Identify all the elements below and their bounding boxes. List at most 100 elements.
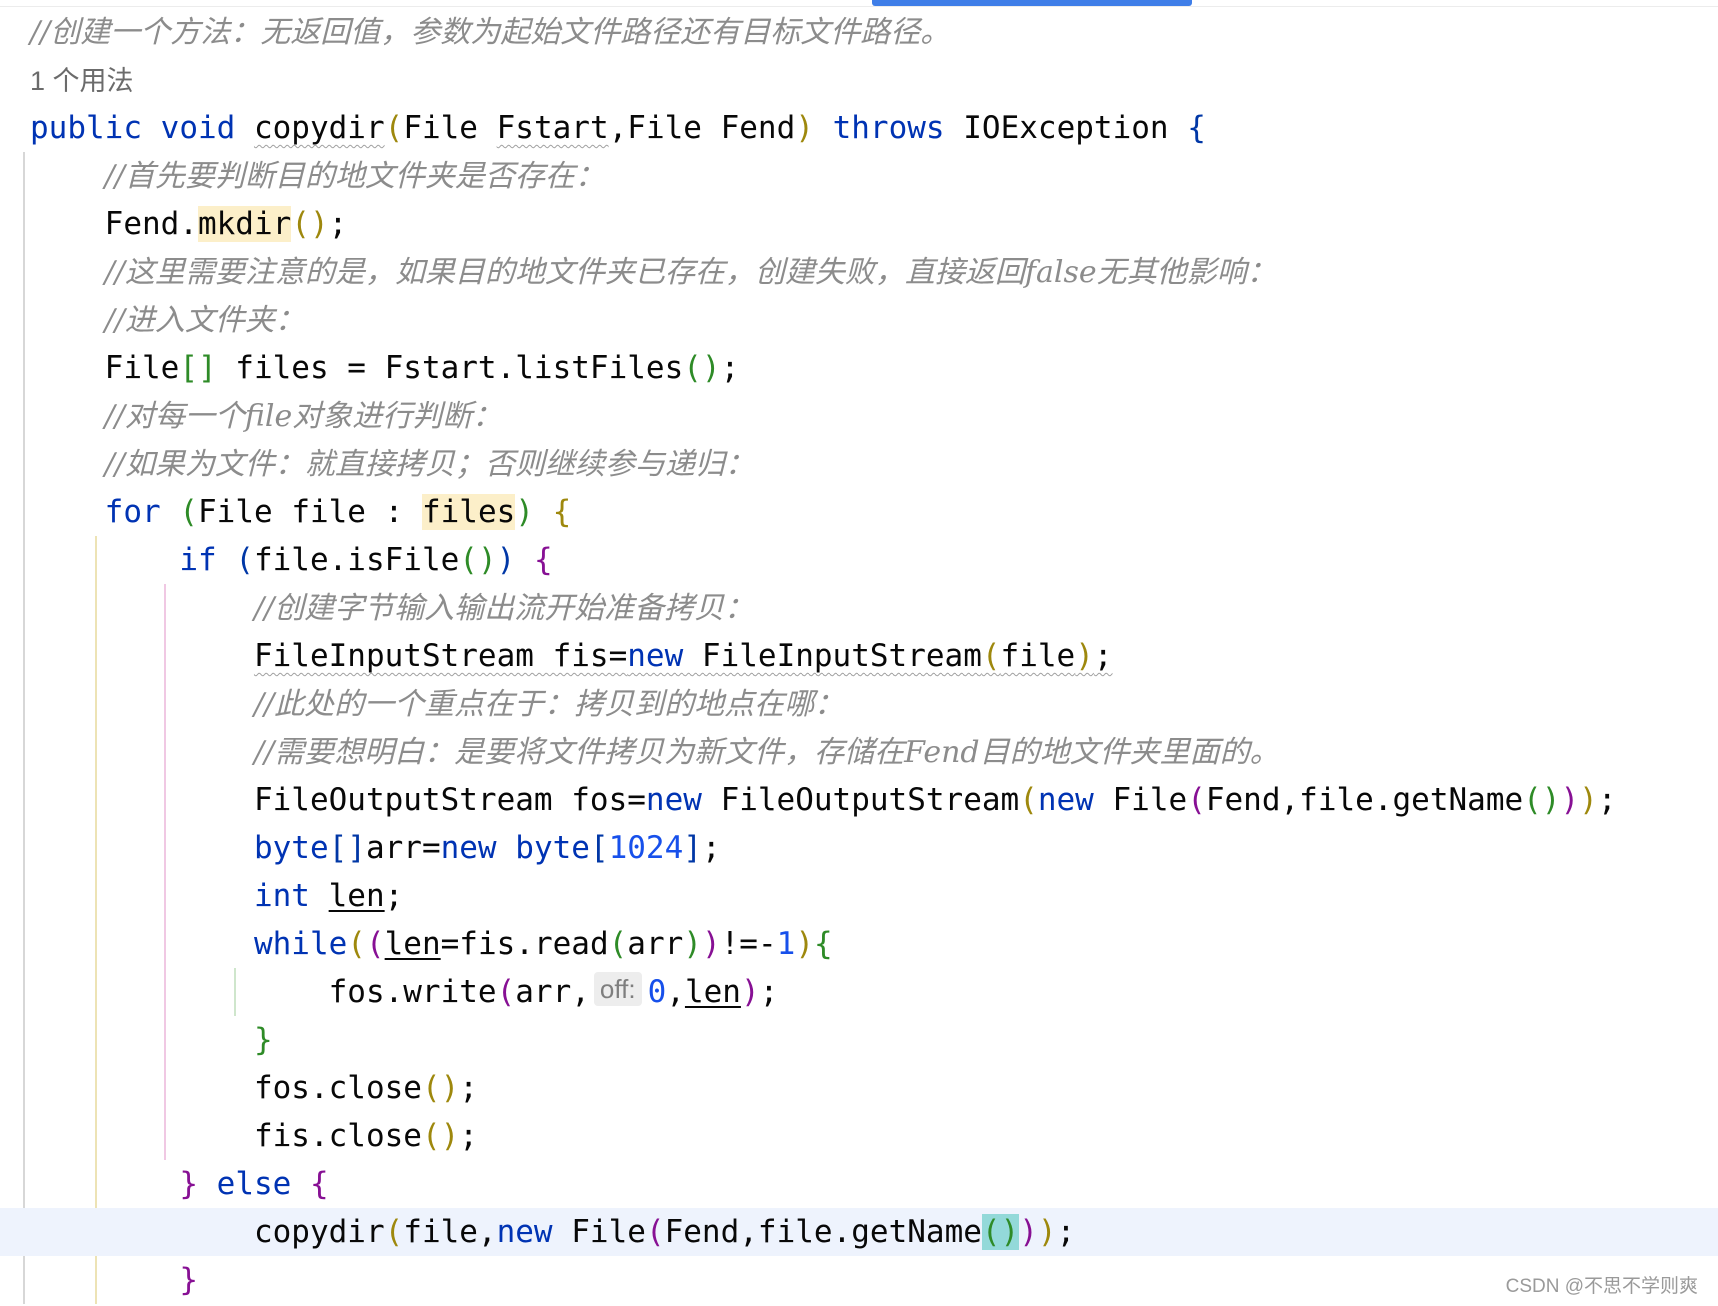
code-token: { (552, 494, 572, 530)
code-line[interactable]: } (0, 1016, 1718, 1064)
code-line[interactable]: copydir(file,new File(Fend,file.getName(… (0, 1208, 1718, 1256)
code-token: [ (589, 830, 609, 866)
number-literal: 0 (647, 974, 667, 1010)
code-line[interactable]: //对每一个file对象进行判断： (0, 392, 1718, 440)
code-token: ) (1579, 782, 1598, 818)
code-token: arr, (515, 974, 590, 1010)
code-token: arr= (365, 830, 441, 866)
keyword-token: if (179, 542, 217, 578)
code-line[interactable]: FileInputStream fis=new FileInputStream(… (0, 632, 1718, 680)
code-line[interactable]: Fend.mkdir(); (0, 200, 1718, 248)
code-line[interactable]: while((len=fis.read(arr))!=-1){ (0, 920, 1718, 968)
code-token: FileInputStream fis= (253, 638, 628, 674)
code-token: ( (1187, 782, 1206, 818)
code-token: ( (496, 974, 516, 1010)
code-token: copydir (253, 110, 385, 146)
code-line[interactable]: if (file.isFile()) { (0, 536, 1718, 584)
code-token: () (291, 206, 329, 242)
code-line[interactable]: //首先要判断目的地文件夹是否存在： (0, 152, 1718, 200)
code-comment: //需要想明白：是要将文件拷贝为新文件，存储在Fend目的地文件夹里面的。 (253, 735, 1280, 770)
watermark-text: CSDN @不思不学则爽 (1505, 1276, 1698, 1297)
code-token: ( (1019, 782, 1038, 818)
code-line[interactable]: //创建一个方法：无返回值，参数为起始文件路径还有目标文件路径。 (0, 8, 1718, 56)
code-line[interactable]: //创建字节输入输出流开始准备拷贝： (0, 584, 1718, 632)
code-line[interactable]: byte[]arr=new byte[1024]; (0, 824, 1718, 872)
code-token: ) (515, 494, 534, 530)
code-token: { (813, 926, 833, 962)
code-comment: //对每一个file对象进行判断： (104, 399, 503, 434)
code-token: ( (384, 1214, 404, 1250)
code-token: arr (627, 926, 684, 962)
keyword-token: void (160, 110, 236, 146)
code-token: len (384, 926, 441, 962)
code-line[interactable]: int len; (0, 872, 1718, 920)
code-token: File (403, 110, 497, 146)
code-token: IOException (944, 110, 1188, 146)
code-token: ) (496, 542, 516, 578)
code-token: ; (1056, 1214, 1076, 1250)
keyword-token: new (440, 830, 497, 866)
code-token: copydir (30, 1214, 385, 1250)
keyword-token: new (645, 782, 702, 818)
code-line[interactable]: //需要想明白：是要将文件拷贝为新文件，存储在Fend目的地文件夹里面的。 (0, 728, 1718, 776)
code-token: , (666, 974, 685, 1010)
code-line[interactable]: 1 个用法 (0, 56, 1718, 104)
keyword-token: while (253, 926, 348, 962)
code-line[interactable]: fis.close(); (0, 1112, 1718, 1160)
code-line[interactable]: FileOutputStream fos=new FileOutputStrea… (0, 776, 1718, 824)
code-token: ; (459, 1070, 478, 1106)
code-token: files (421, 494, 516, 530)
editor-top-border (0, 6, 1718, 7)
parameter-name-hint: off: (593, 972, 642, 1006)
code-comment: //如果为文件：就直接拷贝；否则继续参与递归： (104, 447, 755, 482)
code-token: FileInputStream (683, 638, 982, 674)
code-token: ] (683, 830, 702, 866)
code-token: ; (720, 350, 740, 386)
code-line[interactable]: //进入文件夹： (0, 296, 1718, 344)
code-token: Fend,file.getName (664, 1214, 982, 1250)
code-token: ( (235, 542, 254, 578)
code-line[interactable]: File[] files = Fstart.listFiles(); (0, 344, 1718, 392)
code-comment: //首先要判断目的地文件夹是否存在： (104, 159, 605, 194)
code-token: ,File Fend (608, 110, 796, 146)
code-line[interactable]: //如果为文件：就直接拷贝；否则继续参与递归： (0, 440, 1718, 488)
code-line[interactable]: fos.write(arr, off: 0,len); (0, 968, 1718, 1016)
code-token: files = Fstart.listFiles (216, 350, 684, 386)
code-token: } (179, 1262, 198, 1298)
code-line[interactable]: public void copydir(File Fstart,File Fen… (0, 104, 1718, 152)
code-line[interactable]: //此处的一个重点在于：拷贝到的地点在哪： (0, 680, 1718, 728)
code-line[interactable]: //这里需要注意的是，如果目的地文件夹已存在，创建失败，直接返回false无其他… (0, 248, 1718, 296)
keyword-token: throws (832, 110, 945, 146)
usage-count-hint: 1 个用法 (30, 66, 134, 96)
code-editor[interactable]: //创建一个方法：无返回值，参数为起始文件路径还有目标文件路径。 1 个用法 pub… (0, 0, 1718, 1306)
code-token: ; (384, 878, 404, 914)
code-token: [] (179, 350, 217, 386)
code-line[interactable]: } else { (0, 1160, 1718, 1208)
code-line[interactable]: } (0, 1256, 1718, 1304)
code-comment: //进入文件夹： (104, 303, 305, 338)
code-token: Fend,file.getName (1205, 782, 1524, 818)
code-token: File file : (198, 494, 422, 530)
code-line[interactable]: fos.close(); (0, 1064, 1718, 1112)
code-token: File (30, 350, 180, 386)
code-token: file, (403, 1214, 497, 1250)
code-token: fos.close (30, 1070, 422, 1106)
code-token: len (684, 974, 741, 1010)
code-comment: //此处的一个重点在于：拷贝到的地点在哪： (253, 687, 845, 722)
code-line[interactable]: for (File file : files) { (0, 488, 1718, 536)
